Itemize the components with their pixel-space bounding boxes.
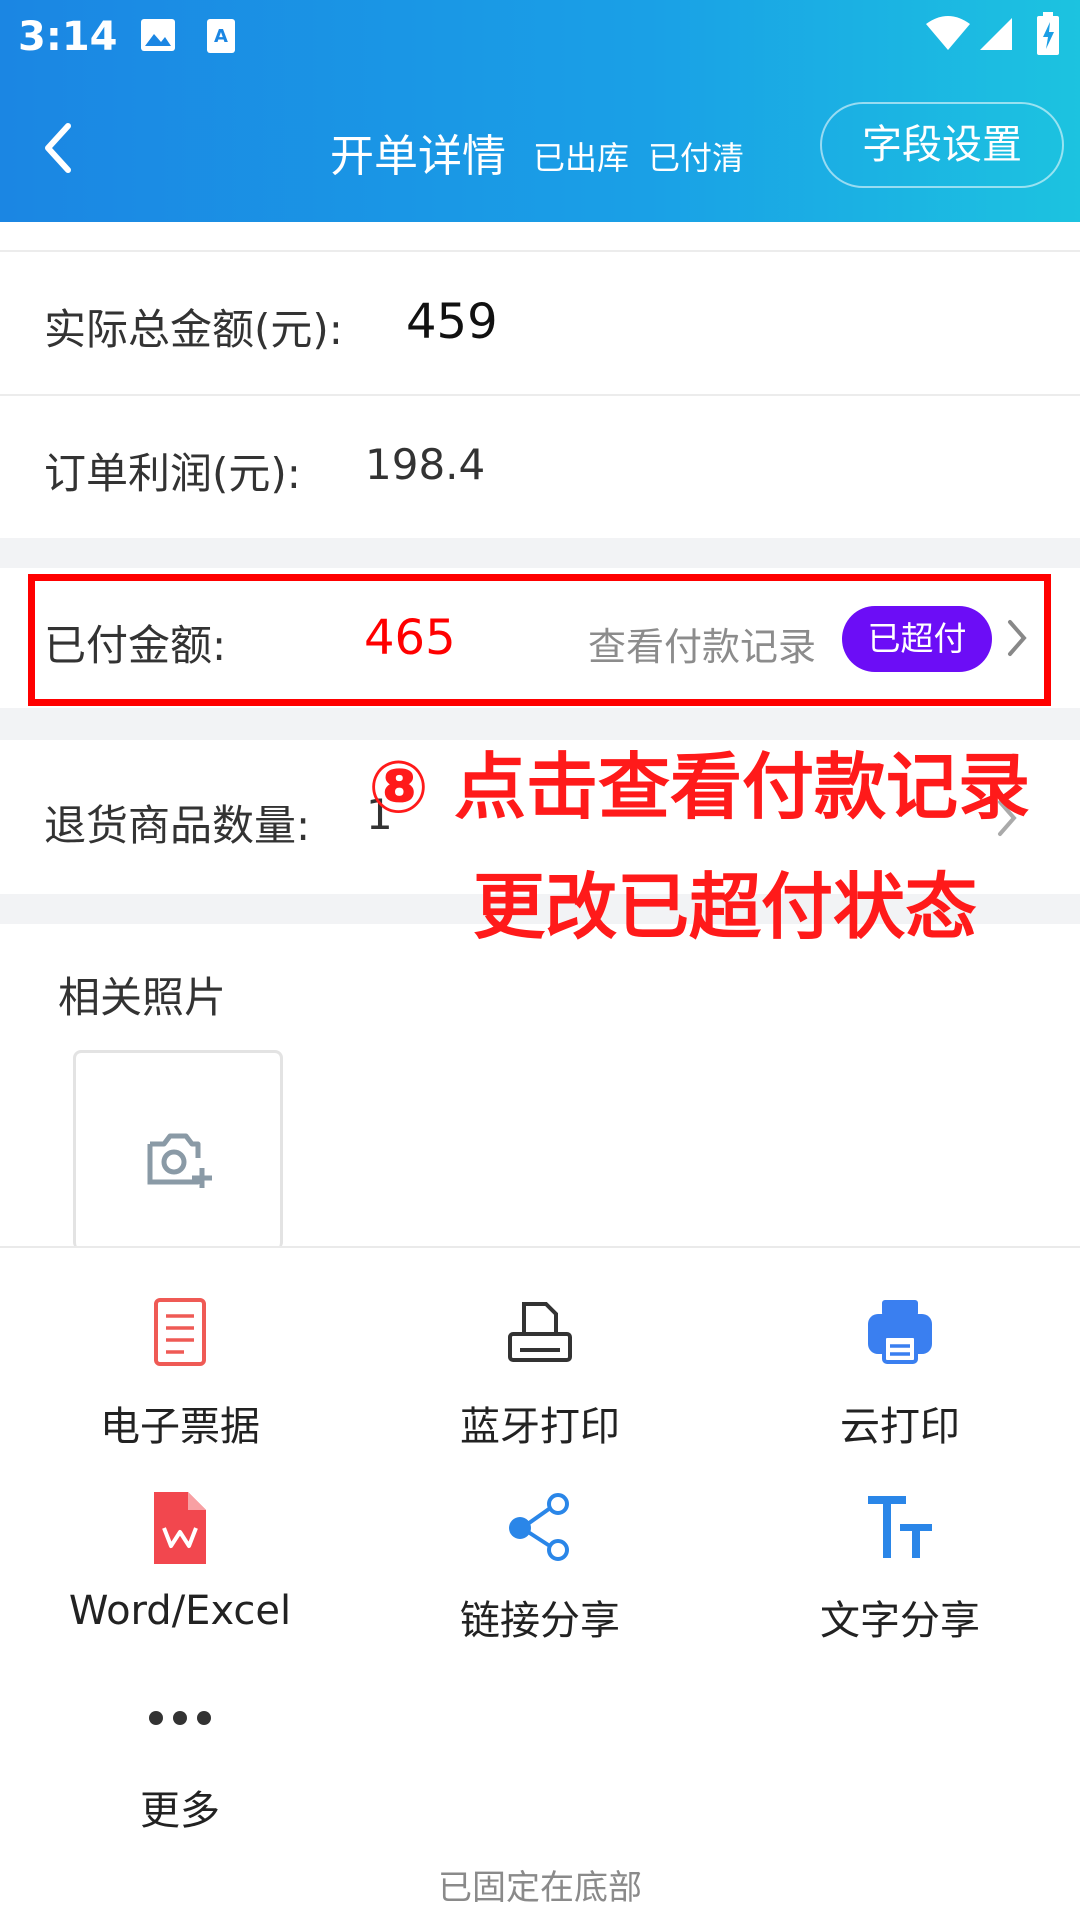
share-icon (500, 1488, 580, 1568)
action-cloud-print[interactable]: 云打印 (750, 1294, 1050, 1452)
actual-total-value: 459 (406, 294, 498, 350)
annotation-line-1: ⑧ 点击查看付款记录 (368, 745, 1031, 829)
action-label: 更多 (140, 1788, 220, 1834)
profit-row: 订单利润(元): 198.4 (0, 396, 1080, 538)
wifi-icon (926, 16, 970, 56)
action-e-receipt[interactable]: 电子票据 (30, 1294, 330, 1452)
action-link-share[interactable]: 链接分享 (390, 1488, 690, 1646)
annotation-line-2: 更改已超付状态 (473, 865, 978, 949)
action-word-excel[interactable]: Word/Excel (30, 1488, 330, 1634)
actual-total-label: 实际总金额(元): (44, 305, 343, 354)
text-size-icon (860, 1488, 940, 1568)
action-label: 电子票据 (100, 1404, 260, 1450)
image-notification-icon (140, 18, 176, 56)
action-bluetooth-print[interactable]: 蓝牙打印 (390, 1294, 690, 1452)
wps-icon (140, 1488, 220, 1568)
a-notification-icon: A (206, 18, 236, 58)
section-gap (0, 538, 1080, 568)
printer-icon (500, 1294, 580, 1374)
action-more[interactable]: 更多 (30, 1678, 330, 1836)
returned-items-label: 退货商品数量: (44, 801, 311, 850)
status-outbound: 已出库 (533, 139, 630, 177)
nav-bar: 开单详情 已出库 已付清 字段设置 (0, 90, 1080, 205)
cell-signal-icon (978, 16, 1014, 56)
action-sheet: 电子票据 蓝牙打印 云打印 Word/Excel 链接分享 文字分享 更多 (0, 1246, 1080, 1922)
field-settings-button[interactable]: 字段设置 (820, 102, 1064, 188)
action-label: 蓝牙打印 (460, 1404, 620, 1450)
action-label: Word/Excel (68, 1588, 292, 1634)
action-label: 云打印 (840, 1404, 960, 1450)
profit-value: 198.4 (365, 440, 486, 489)
photos-section-title: 相关照片 (58, 973, 227, 1022)
profit-label: 订单利润(元): (44, 449, 301, 498)
pinned-footer-text: 已固定在底部 (438, 1868, 642, 1908)
action-label: 链接分享 (460, 1598, 620, 1644)
page-title: 开单详情 (330, 131, 506, 182)
add-photo-button[interactable] (73, 1050, 283, 1250)
status-time: 3:14 (18, 14, 118, 60)
more-icon (140, 1678, 220, 1758)
battery-icon (1036, 12, 1060, 60)
status-bar: 3:14 A (0, 0, 1080, 76)
add-photo-camera-icon (146, 1128, 216, 1194)
highlight-box (28, 574, 1051, 706)
action-text-share[interactable]: 文字分享 (750, 1488, 1050, 1646)
action-label: 文字分享 (820, 1598, 980, 1644)
svg-text:A: A (214, 26, 228, 47)
actual-total-row: 实际总金额(元): 459 (0, 252, 1080, 394)
document-icon (140, 1294, 220, 1374)
app-header: 3:14 A 开单详情 已出库 已付清 字段设置 (0, 0, 1080, 222)
cloud-print-icon (860, 1294, 940, 1374)
status-paid: 已付清 (648, 139, 745, 177)
back-arrow-icon[interactable] (38, 118, 78, 178)
